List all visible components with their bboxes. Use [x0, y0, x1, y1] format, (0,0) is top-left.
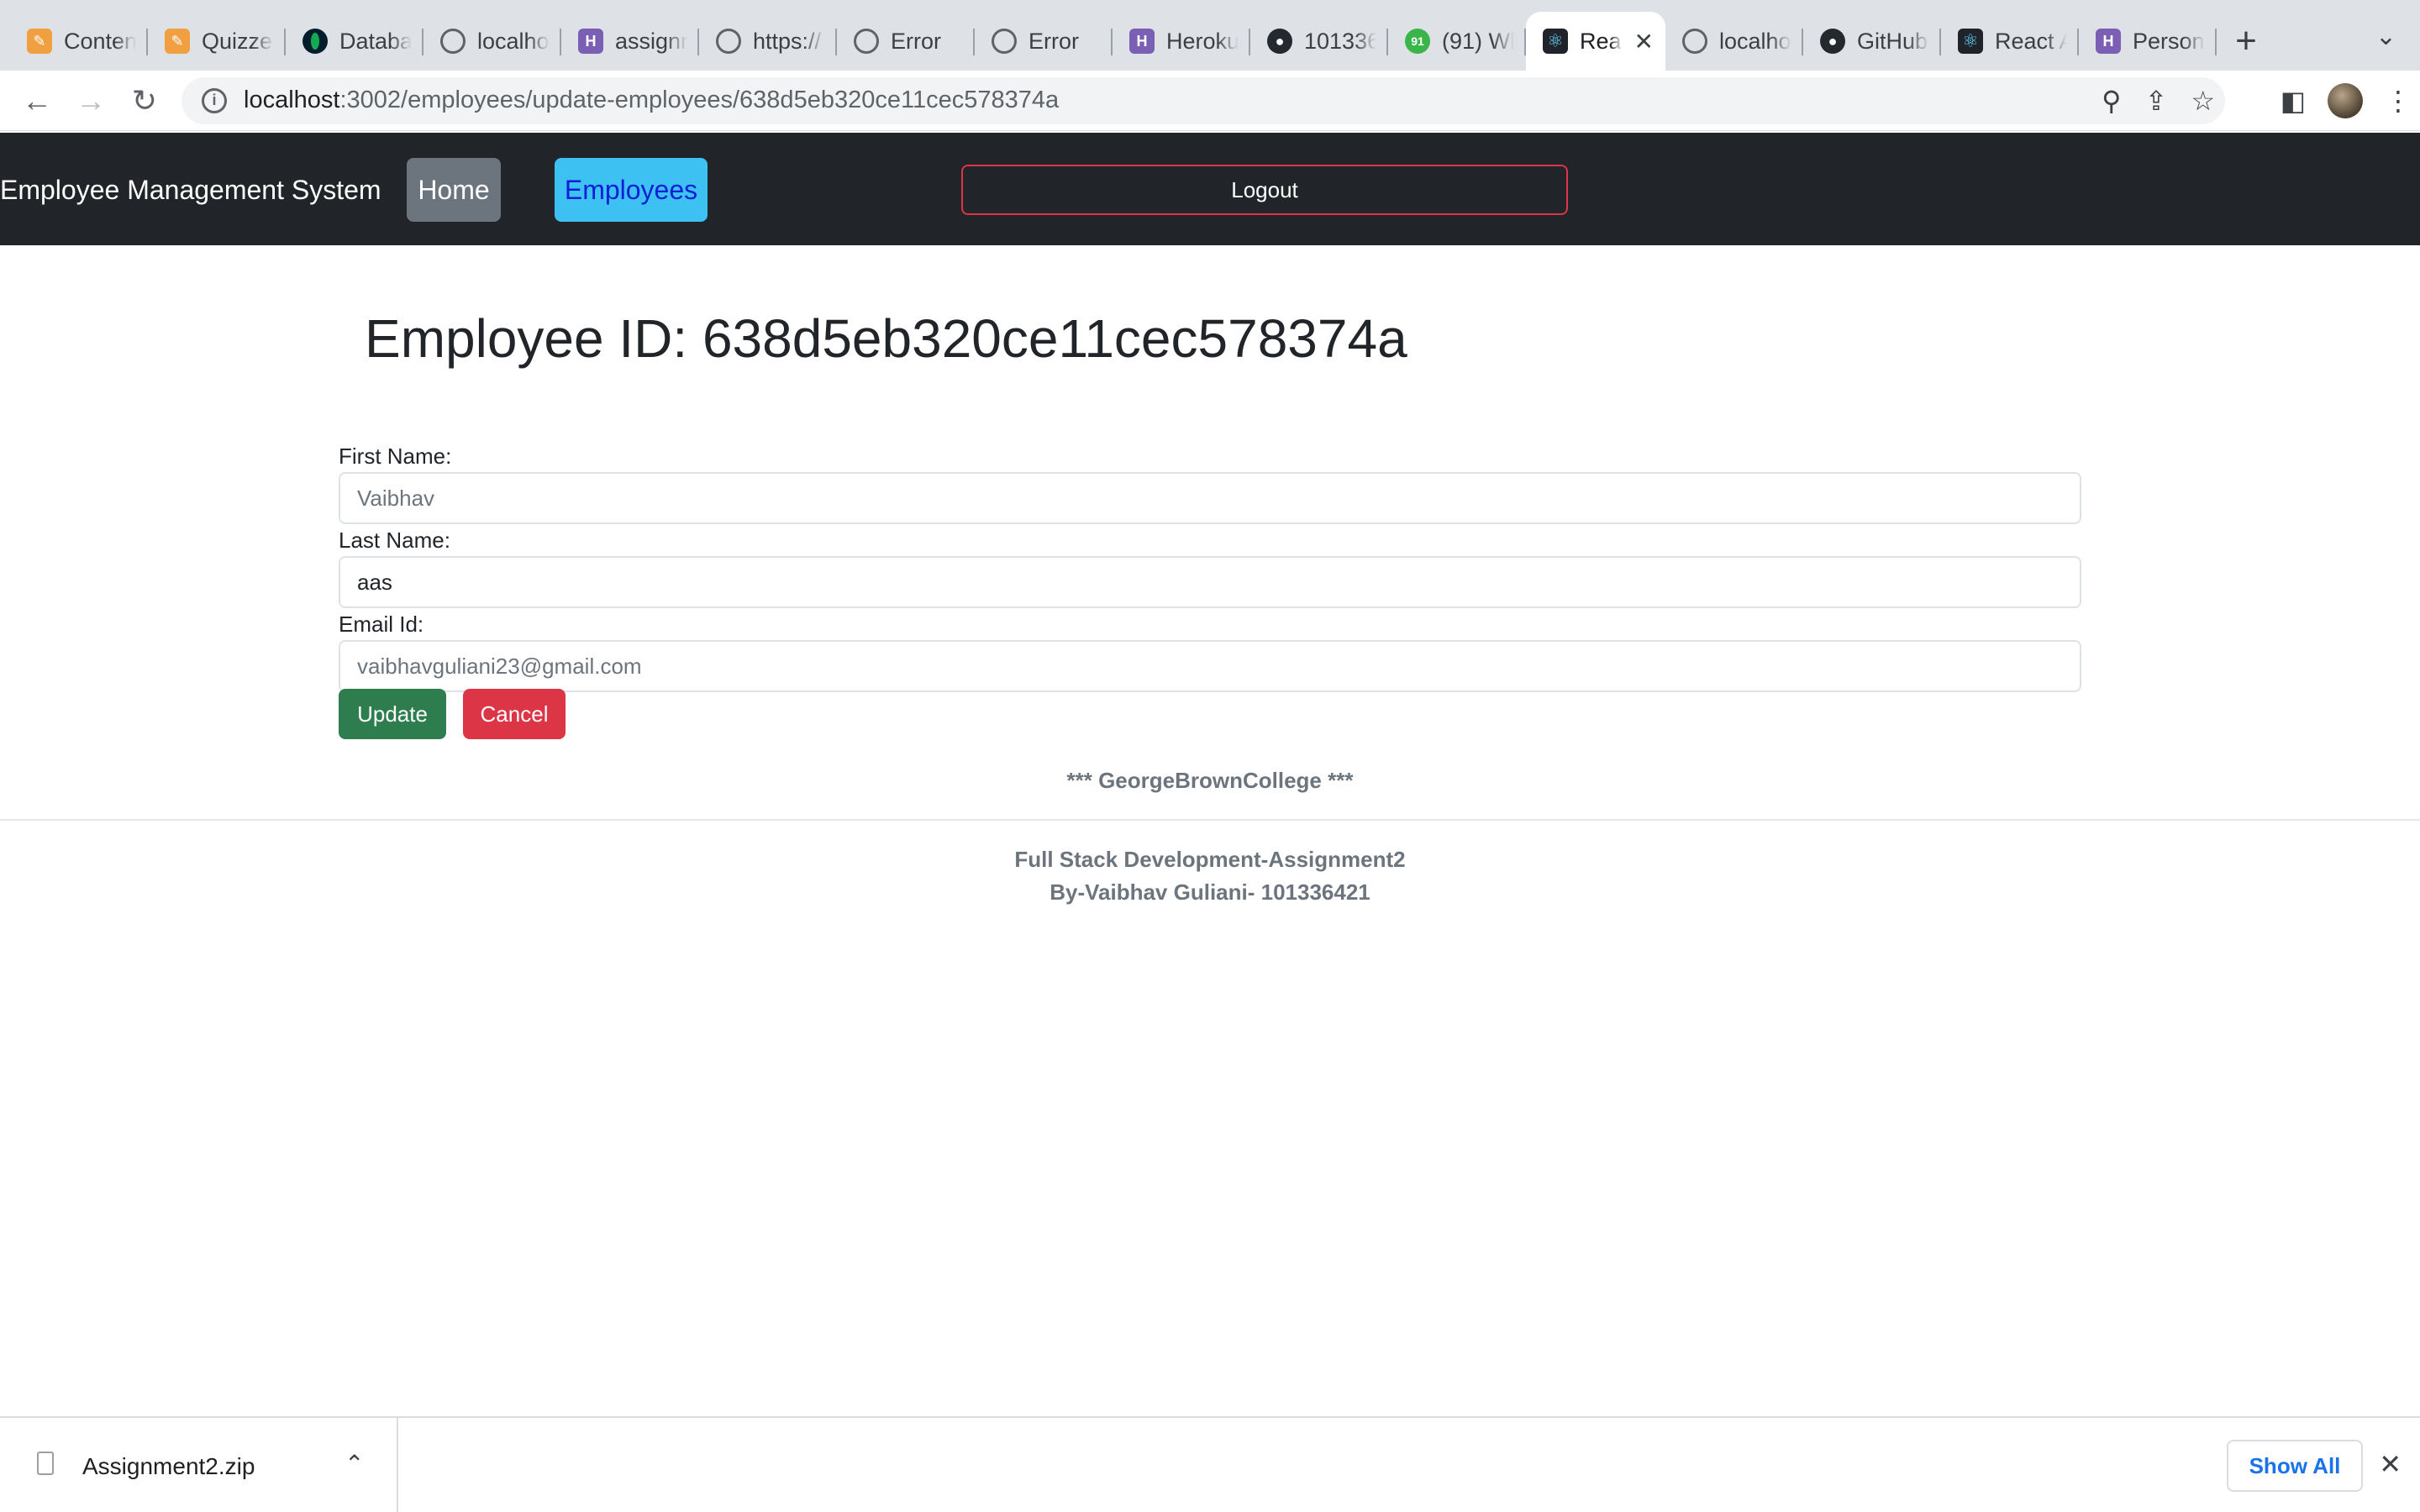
react-icon: ⚛ — [1958, 29, 1983, 54]
globe-icon — [440, 29, 466, 54]
browser-tab[interactable]: ⚛ Rea ✕ — [1526, 12, 1665, 71]
last-name-input[interactable] — [339, 556, 2081, 608]
heroku-icon: H — [2096, 29, 2121, 54]
footer-course: Full Stack Development-Assignment2 — [1014, 847, 1406, 872]
browser-tab-title: Heroku — [1166, 28, 1239, 54]
browser-tab[interactable]: Databa — [286, 12, 424, 71]
browser-tab-title: React A — [1995, 28, 2067, 54]
new-tab-button[interactable]: + — [2217, 12, 2275, 71]
react-icon: ⚛ — [1543, 29, 1568, 54]
app-navbar: Employee Management System Home Employee… — [0, 133, 2420, 245]
browser-tab[interactable]: Hassignn — [561, 12, 699, 71]
browser-tab-title: Error — [891, 28, 941, 54]
globe-icon — [992, 29, 1017, 54]
download-filename: Assignment2.zip — [82, 1453, 255, 1479]
browser-tab[interactable]: ✎ Conten — [10, 12, 148, 71]
zip-file-icon — [37, 1452, 54, 1475]
tab-search-chevron-icon[interactable]: ⌄ — [2375, 22, 2396, 51]
email-label: Email Id: — [339, 612, 424, 637]
browser-tab-title: localho — [1719, 28, 1791, 54]
footer-divider — [0, 819, 2420, 821]
cancel-button[interactable]: Cancel — [463, 689, 566, 739]
reload-button[interactable]: ↻ — [118, 74, 171, 128]
browser-tab-title: 101336 — [1304, 28, 1376, 54]
browser-tab-title: Databa — [339, 28, 412, 54]
browser-tab-title: https:// — [753, 28, 822, 54]
side-panel-icon[interactable]: ◧ — [2281, 85, 2306, 117]
pencil-icon: ✎ — [27, 29, 52, 54]
college-banner: *** GeorgeBrownCollege *** — [1066, 768, 1354, 793]
browser-tab[interactable]: Error — [837, 12, 975, 71]
chevron-up-icon[interactable]: ⌃ — [345, 1450, 364, 1478]
update-employee-form: First Name: Last Name: Email Id: — [339, 440, 2081, 692]
first-name-input[interactable] — [339, 472, 2081, 524]
download-item[interactable]: Assignment2.zip ⌃ — [0, 1418, 398, 1512]
globe-icon — [716, 29, 741, 54]
globe-icon — [854, 29, 879, 54]
download-bar: Assignment2.zip ⌃ Show All ✕ — [0, 1416, 2420, 1512]
close-icon[interactable]: ✕ — [2379, 1448, 2402, 1480]
browser-tab[interactable]: localho — [1665, 12, 1803, 71]
browser-tab-title: (91) Wh — [1442, 28, 1514, 54]
page-title: Employee ID: 638d5eb320ce11cec578374a — [365, 308, 1407, 369]
address-url[interactable]: localhost:3002/employees/update-employee… — [244, 87, 1059, 114]
show-all-downloads-button[interactable]: Show All — [2227, 1440, 2363, 1492]
browser-tab[interactable]: ✎ Quizze — [148, 12, 286, 71]
pencil-icon: ✎ — [165, 29, 190, 54]
reload-icon: ↻ — [131, 82, 158, 118]
form-actions: Update Cancel — [339, 689, 566, 739]
browser-tab-title: localho — [477, 28, 550, 54]
whatsapp-icon: 91 — [1405, 29, 1430, 54]
bookmark-star-icon[interactable]: ☆ — [2191, 85, 2215, 117]
employees-button[interactable]: Employees — [555, 158, 708, 222]
arrow-right-icon: → — [76, 82, 106, 118]
browser-tab[interactable]: H Person — [2079, 12, 2217, 71]
footer-author: By-Vaibhav Guliani- 101336421 — [1050, 879, 1370, 905]
heroku-icon: H — [578, 29, 603, 54]
back-button[interactable]: ← — [10, 74, 64, 128]
share-icon[interactable]: ⇪ — [2145, 85, 2168, 117]
browser-tab[interactable]: H Heroku — [1113, 12, 1250, 71]
browser-tab-title: Quizze — [202, 28, 273, 54]
arrow-left-icon: ← — [22, 82, 52, 118]
browser-tab[interactable]: 91 (91) Wh — [1388, 12, 1526, 71]
browser-tab[interactable]: https:// — [699, 12, 837, 71]
browser-tab-title: GitHub — [1857, 28, 1928, 54]
github-icon: ● — [1820, 29, 1845, 54]
kebab-menu-icon[interactable]: ⋮ — [2385, 85, 2412, 117]
browser-toolbar: ← → ↻ i localhost:3002/employees/update-… — [0, 71, 2420, 131]
forward-button[interactable]: → — [64, 74, 118, 128]
app-brand[interactable]: Employee Management System — [0, 175, 381, 206]
github-icon: ● — [1267, 29, 1292, 54]
browser-tab-title: Rea — [1580, 28, 1622, 54]
first-name-label: First Name: — [339, 444, 452, 469]
last-name-label: Last Name: — [339, 528, 450, 553]
home-button[interactable]: Home — [407, 158, 501, 222]
browser-tab[interactable]: ⚛ React A — [1941, 12, 2079, 71]
logout-button[interactable]: Logout — [961, 165, 1568, 215]
address-bar[interactable]: i localhost:3002/employees/update-employ… — [182, 76, 2225, 124]
update-button[interactable]: Update — [339, 689, 446, 739]
browser-tab-title: Person — [2133, 28, 2205, 54]
url-path: :3002/employees/update-employees/638d5eb… — [339, 87, 1060, 113]
browser-tab-strip: ✎ Conten ✎ Quizze Databa localho Hassignn https… — [0, 0, 2420, 71]
browser-tab-title: Conten — [64, 28, 136, 54]
profile-avatar[interactable] — [2328, 82, 2363, 118]
browser-tab[interactable]: ● 101336 — [1250, 12, 1388, 71]
browser-tab[interactable]: localho — [424, 12, 561, 71]
mongodb-icon — [302, 29, 328, 54]
zoom-icon[interactable]: ⚲ — [2102, 85, 2121, 117]
globe-icon — [1682, 29, 1707, 54]
tab-close-icon[interactable]: ✕ — [1634, 28, 1654, 55]
email-input[interactable] — [339, 640, 2081, 692]
heroku-icon: H — [1129, 29, 1155, 54]
site-info-icon[interactable]: i — [202, 87, 227, 113]
url-host: localhost — [244, 87, 340, 113]
browser-tab[interactable]: ● GitHub — [1803, 12, 1941, 71]
browser-tab-title: Error — [1028, 28, 1079, 54]
browser-tab-title: assignn — [615, 28, 687, 54]
browser-tab[interactable]: Error — [975, 12, 1113, 71]
